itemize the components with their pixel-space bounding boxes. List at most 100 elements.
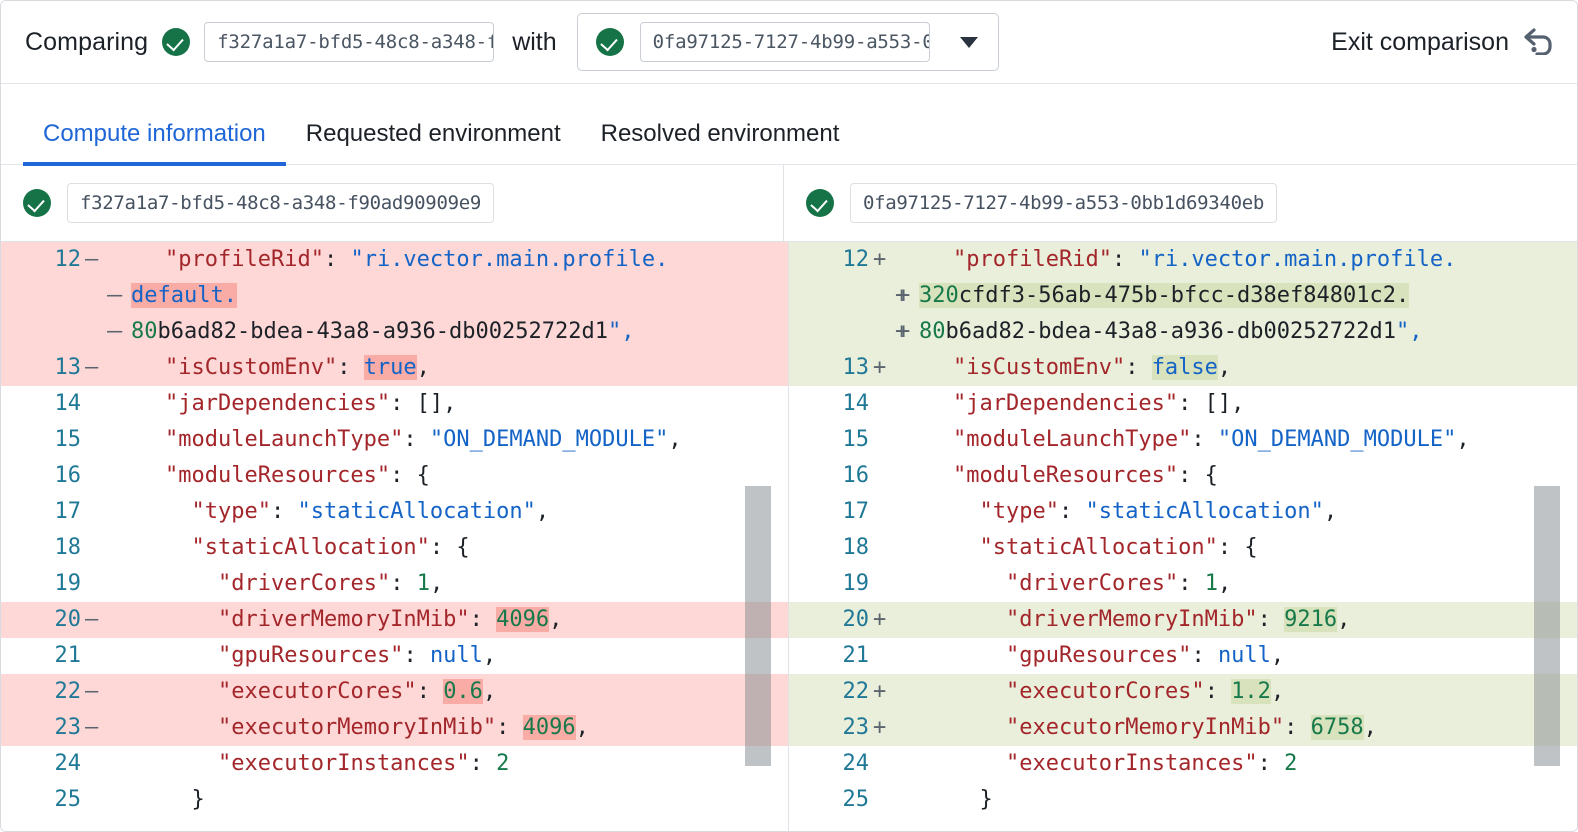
right-rid-input[interactable]: 0fa97125-7127-4b99-a553-0bb… xyxy=(639,22,930,62)
line-number: 16 xyxy=(842,463,870,488)
code-text: "jarDependencies": [], xyxy=(165,391,457,416)
vertical-scrollbar-right[interactable] xyxy=(1534,486,1560,766)
code-line: 22 + "executorCores": 1.2, xyxy=(789,674,1577,710)
line-number: 13 xyxy=(842,355,870,380)
code-line: 19 "driverCores": 1, xyxy=(1,566,788,602)
code-line: 19 "driverCores": 1, xyxy=(789,566,1577,602)
exit-comparison-label: Exit comparison xyxy=(1331,27,1509,56)
code-text: "moduleLaunchType": "ON_DEMAND_MODULE", xyxy=(165,427,682,452)
line-number: 23 xyxy=(54,715,82,740)
code-line: 14 "jarDependencies": [], xyxy=(789,386,1577,422)
exit-comparison-button[interactable]: Exit comparison xyxy=(1307,25,1555,60)
code-line: 21 "gpuResources": null, xyxy=(789,638,1577,674)
code-line: 14 "jarDependencies": [], xyxy=(1,386,788,422)
line-number: 25 xyxy=(842,787,870,812)
code-line: 21 "gpuResources": null, xyxy=(1,638,788,674)
line-number: 25 xyxy=(54,787,82,812)
code-text: "driverCores": 1, xyxy=(218,571,444,596)
code-text: "driverCores": 1, xyxy=(1006,571,1232,596)
code-line: 23— "executorMemoryInMib": 4096, xyxy=(1,710,788,746)
diff-sign: — xyxy=(85,679,99,704)
code-text: "executorCores": 0.6, xyxy=(218,679,497,704)
chevron-down-icon[interactable] xyxy=(946,22,992,62)
line-number: 18 xyxy=(842,535,870,560)
diff-body: 12— "profileRid": "ri.vector.main.profile… xyxy=(1,242,1577,831)
code-text: 320cfdf3-56ab-475b-bfcc-d38ef84801c2. xyxy=(919,283,1410,308)
line-number: 21 xyxy=(54,643,82,668)
diff-sign: — xyxy=(85,247,99,272)
line-number: 15 xyxy=(842,427,870,452)
code-text: "type": "staticAllocation", xyxy=(191,499,550,524)
line-number: 14 xyxy=(54,391,82,416)
check-circle-icon-right-pane xyxy=(806,189,834,217)
line-number: 19 xyxy=(54,571,82,596)
code-line: + +80b6ad82-bdea-43a8-a936-db00252722d1", xyxy=(789,314,1577,350)
line-number: 23 xyxy=(842,715,870,740)
line-number: 20 xyxy=(842,607,870,632)
code-line: 12— "profileRid": "ri.vector.main.profile… xyxy=(1,242,788,278)
diff-sign: + xyxy=(873,607,887,632)
code-text: "type": "staticAllocation", xyxy=(979,499,1338,524)
line-number: 20 xyxy=(54,607,82,632)
diff-sign: + xyxy=(873,247,887,272)
diff-sign: + xyxy=(897,319,911,344)
line-number: 22 xyxy=(842,679,870,704)
code-line: 25 } xyxy=(1,782,788,818)
line-number: 13 xyxy=(54,355,82,380)
code-text: "profileRid": "ri.vector.main.profile. xyxy=(953,247,1457,272)
undo-arrow-icon xyxy=(1521,25,1555,60)
line-number: 15 xyxy=(54,427,82,452)
diff-header-right: 0fa97125-7127-4b99-a553-0bb1d69340eb xyxy=(784,165,1567,241)
code-line: 12 + "profileRid": "ri.vector.main.profile… xyxy=(789,242,1577,278)
diff-sign: + xyxy=(873,355,887,380)
code-line: 18 "staticAllocation": { xyxy=(1,530,788,566)
vertical-scrollbar-left[interactable] xyxy=(745,486,771,766)
code-text: default. xyxy=(131,283,237,308)
left-rid-input[interactable]: f327a1a7-bfd5-48c8-a348-f90ad… xyxy=(204,22,495,62)
line-number: 24 xyxy=(54,751,82,776)
line-number: 18 xyxy=(54,535,82,560)
code-line: 13 + "isCustomEnv": false, xyxy=(789,350,1577,386)
code-text: } xyxy=(191,787,205,812)
line-number: 24 xyxy=(842,751,870,776)
code-text: "moduleResources": { xyxy=(953,463,1218,488)
code-line: 20 + "driverMemoryInMib": 9216, xyxy=(789,602,1577,638)
line-number: 21 xyxy=(842,643,870,668)
code-line: — —80b6ad82-bdea-43a8-a936-db00252722d1", xyxy=(1,314,788,350)
code-line: 15 "moduleLaunchType": "ON_DEMAND_MODULE"… xyxy=(789,422,1577,458)
tab-requested-environment[interactable]: Requested environment xyxy=(286,120,581,166)
code-line: + +320cfdf3-56ab-475b-bfcc-d38ef84801c2. xyxy=(789,278,1577,314)
code-line: 20— "driverMemoryInMib": 4096, xyxy=(1,602,788,638)
code-text: "moduleLaunchType": "ON_DEMAND_MODULE", xyxy=(953,427,1470,452)
code-line: 24 "executorInstances": 2 xyxy=(789,746,1577,782)
code-text: "isCustomEnv": true, xyxy=(165,355,430,380)
diff-pane-left[interactable]: 12— "profileRid": "ri.vector.main.profile… xyxy=(1,242,789,831)
right-rid-select[interactable]: 0fa97125-7127-4b99-a553-0bb… xyxy=(576,13,999,71)
tab-bar: Compute information Requested environmen… xyxy=(1,84,1577,166)
line-number: 17 xyxy=(54,499,82,524)
diff-pane-right[interactable]: 12 + "profileRid": "ri.vector.main.profile… xyxy=(789,242,1577,831)
code-text: "executorCores": 1.2, xyxy=(1006,679,1285,704)
code-text: "staticAllocation": { xyxy=(979,535,1258,560)
comparison-view: Comparing f327a1a7-bfd5-48c8-a348-f90ad…… xyxy=(0,0,1578,832)
code-text: 80b6ad82-bdea-43a8-a936-db00252722d1", xyxy=(919,319,1423,344)
code-text: "profileRid": "ri.vector.main.profile. xyxy=(165,247,669,272)
tab-compute-information[interactable]: Compute information xyxy=(23,120,286,166)
check-circle-icon-left xyxy=(162,28,191,56)
code-text: "gpuResources": null, xyxy=(1006,643,1285,668)
line-number: 22 xyxy=(54,679,82,704)
comparing-label: Comparing xyxy=(25,27,149,56)
code-text: "executorMemoryInMib": 6758, xyxy=(1006,715,1377,740)
code-text: "executorInstances": 2 xyxy=(218,751,510,776)
with-label: with xyxy=(512,27,557,56)
code-text: "driverMemoryInMib": 4096, xyxy=(218,607,563,632)
tab-resolved-environment[interactable]: Resolved environment xyxy=(581,120,860,166)
compare-toolbar: Comparing f327a1a7-bfd5-48c8-a348-f90ad…… xyxy=(1,1,1577,84)
code-text: "gpuResources": null, xyxy=(218,643,497,668)
line-number: 16 xyxy=(54,463,82,488)
line-number: 12 xyxy=(54,247,82,272)
diff-header-left: f327a1a7-bfd5-48c8-a348-f90ad90909e9 xyxy=(1,165,784,241)
code-text: "executorMemoryInMib": 4096, xyxy=(218,715,589,740)
line-number: 17 xyxy=(842,499,870,524)
diff-sign: + xyxy=(873,679,887,704)
